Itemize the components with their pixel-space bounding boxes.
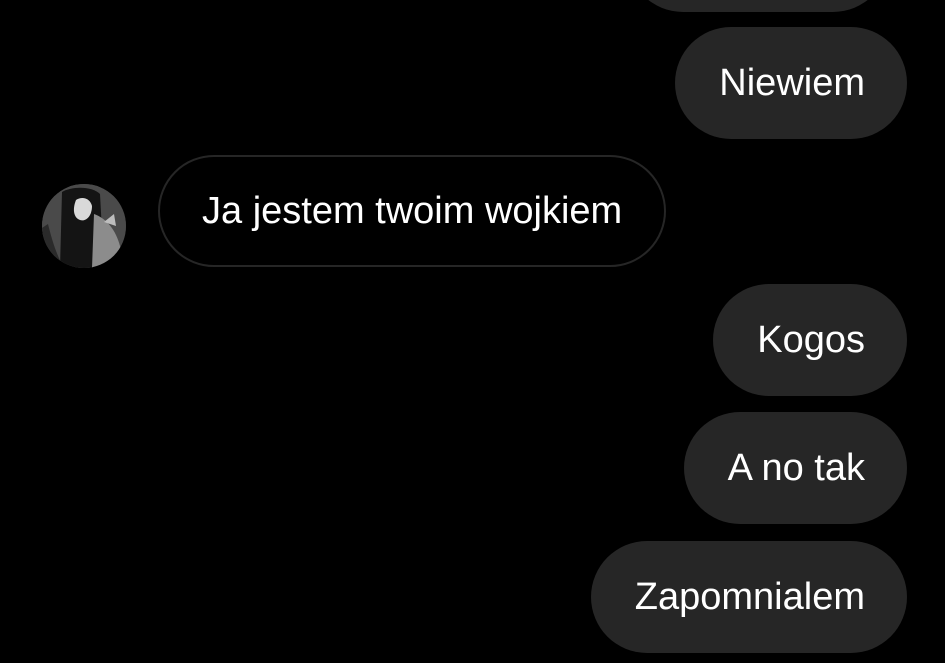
message-text: Zapomnialem: [634, 576, 865, 618]
message-bubble-outgoing[interactable]: Zapomnialem: [590, 541, 907, 653]
contact-avatar[interactable]: [42, 184, 126, 268]
message-text: Niewiem: [719, 62, 865, 104]
message-bubble-outgoing[interactable]: Kogos: [713, 284, 907, 396]
message-bubble-outgoing-partial[interactable]: [627, 0, 889, 12]
message-text: Kogos: [757, 319, 865, 361]
message-bubble-outgoing[interactable]: Niewiem: [675, 27, 907, 139]
message-bubble-incoming[interactable]: Ja jestem twoim wojkiem: [158, 155, 667, 267]
message-bubble-outgoing[interactable]: A no tak: [683, 412, 907, 524]
chat-thread: Niewiem Ja jestem twoim wojkiem Kogos A …: [0, 0, 945, 663]
avatar-image: [42, 184, 126, 268]
message-text: A no tak: [727, 447, 865, 489]
message-text: Ja jestem twoim wojkiem: [202, 190, 623, 232]
